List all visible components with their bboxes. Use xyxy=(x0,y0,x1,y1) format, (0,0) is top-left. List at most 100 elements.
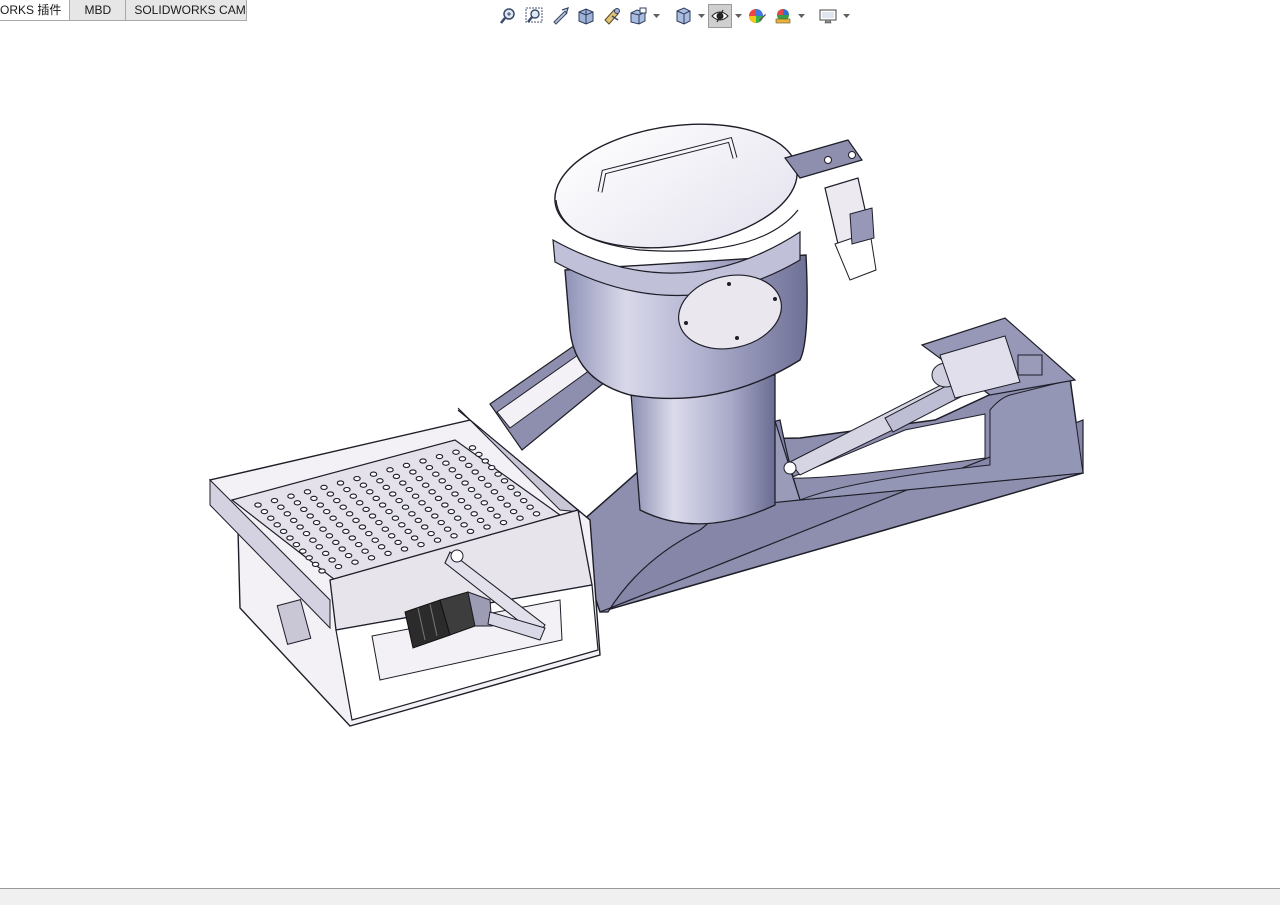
edit-appearance-icon[interactable] xyxy=(745,4,769,28)
perforation-hole xyxy=(408,511,416,517)
perforation-hole xyxy=(395,497,403,504)
tab-solidworks-cam[interactable]: SOLIDWORKS CAM xyxy=(126,0,248,21)
perforation-hole xyxy=(419,458,427,464)
view-settings-icon[interactable] xyxy=(816,4,840,28)
perforation-hole xyxy=(474,493,482,499)
perforation-hole xyxy=(443,526,452,532)
perforation-hole xyxy=(388,491,397,497)
perforation-hole xyxy=(267,515,275,521)
perforation-hole xyxy=(402,462,411,469)
perforation-hole xyxy=(451,491,459,497)
perforation-hole xyxy=(494,471,502,477)
perforation-hole xyxy=(421,482,430,488)
perforation-hole xyxy=(300,506,308,513)
perforation-hole xyxy=(296,524,304,530)
perforation-hole xyxy=(286,535,294,541)
perforation-hole xyxy=(311,561,320,568)
perforation-hole xyxy=(399,480,407,486)
perforation-hole xyxy=(465,462,473,469)
apply-scene-icon[interactable] xyxy=(771,4,795,28)
perforation-hole xyxy=(339,504,347,510)
display-style-dropdown-icon[interactable] xyxy=(697,4,706,28)
perforation-hole xyxy=(453,515,462,521)
perforation-hole xyxy=(447,508,456,515)
perforation-hole xyxy=(466,528,475,535)
perforation-hole xyxy=(460,522,468,528)
perforation-hole xyxy=(321,550,330,557)
perforation-hole xyxy=(325,533,334,539)
hide-show-items-icon[interactable] xyxy=(708,4,732,28)
perforation-hole xyxy=(362,506,370,513)
perforation-hole xyxy=(320,484,328,491)
display-style-icon[interactable] xyxy=(671,4,695,28)
perforation-hole xyxy=(376,478,384,484)
perforation-hole xyxy=(435,453,444,460)
view-settings-dropdown-icon[interactable] xyxy=(842,4,851,28)
perforation-hole xyxy=(344,552,353,559)
perforation-hole xyxy=(414,517,423,524)
tab-solidworks-addins[interactable]: ORKS 插件 xyxy=(0,0,71,21)
graphics-area[interactable] xyxy=(0,30,1280,888)
perforation-hole xyxy=(464,504,472,510)
perforation-hole xyxy=(366,489,374,495)
perforation-hole xyxy=(310,495,318,502)
perforation-hole xyxy=(433,537,442,543)
perforation-hole xyxy=(322,508,331,515)
zoom-to-area-icon[interactable] xyxy=(522,4,546,28)
perforation-hole xyxy=(409,469,417,475)
perforation-hole xyxy=(352,517,360,524)
perforation-hole xyxy=(382,484,391,491)
perforation-hole xyxy=(437,519,445,526)
perforation-hole xyxy=(410,535,419,541)
hopper-body[interactable] xyxy=(552,230,808,400)
perforation-hole xyxy=(303,489,312,495)
perforation-hole xyxy=(467,486,476,493)
perforation-hole xyxy=(270,497,279,504)
hopper-lid[interactable] xyxy=(547,110,805,263)
tab-mbd[interactable]: MBD xyxy=(70,0,127,21)
perforation-hole xyxy=(470,511,478,517)
perforation-hole xyxy=(279,528,288,535)
perforation-hole xyxy=(377,544,386,550)
previous-view-icon[interactable] xyxy=(548,4,572,28)
dynamic-annotation-views-icon[interactable] xyxy=(600,4,624,28)
command-manager-tabs: ORKS 插件 MBD SOLIDWORKS CAM xyxy=(0,0,248,22)
view-orientation-dropdown-icon[interactable] xyxy=(652,4,661,28)
perforation-hole xyxy=(354,541,363,548)
perforation-hole xyxy=(328,557,336,563)
perforation-hole xyxy=(289,517,298,524)
perforation-hole xyxy=(287,493,295,499)
perforation-hole xyxy=(369,471,378,477)
perforation-hole xyxy=(461,480,469,486)
apply-scene-dropdown-icon[interactable] xyxy=(797,4,806,28)
perforation-hole xyxy=(365,530,373,537)
perforation-hole xyxy=(400,546,409,552)
heads-up-view-toolbar xyxy=(496,3,853,29)
perforation-hole xyxy=(353,475,361,482)
zoom-to-fit-icon[interactable] xyxy=(496,4,520,28)
hide-show-items-dropdown-icon[interactable] xyxy=(734,4,743,28)
perforation-hole xyxy=(326,491,335,497)
perforation-hole xyxy=(359,482,368,488)
perforation-hole xyxy=(315,544,324,550)
perforation-hole xyxy=(277,504,285,510)
perforation-hole xyxy=(452,449,460,455)
view-orientation-icon[interactable] xyxy=(626,4,650,28)
perforation-hole xyxy=(361,548,369,554)
perforation-hole xyxy=(411,493,420,499)
perforation-hole xyxy=(348,535,357,541)
perforation-hole xyxy=(499,519,508,526)
perforation-hole xyxy=(450,533,458,539)
perforation-hole xyxy=(441,502,449,508)
perforation-hole xyxy=(302,530,311,537)
perforation-hole xyxy=(292,541,301,548)
perforation-hole xyxy=(438,478,446,484)
perforation-hole xyxy=(513,491,522,497)
perforation-hole xyxy=(334,563,343,570)
perforation-hole xyxy=(477,475,486,482)
perforation-hole xyxy=(342,528,350,535)
tray-assembly[interactable] xyxy=(208,407,601,727)
section-view-icon[interactable] xyxy=(574,4,598,28)
perforation-hole xyxy=(273,522,281,528)
perforation-hole xyxy=(368,513,377,519)
